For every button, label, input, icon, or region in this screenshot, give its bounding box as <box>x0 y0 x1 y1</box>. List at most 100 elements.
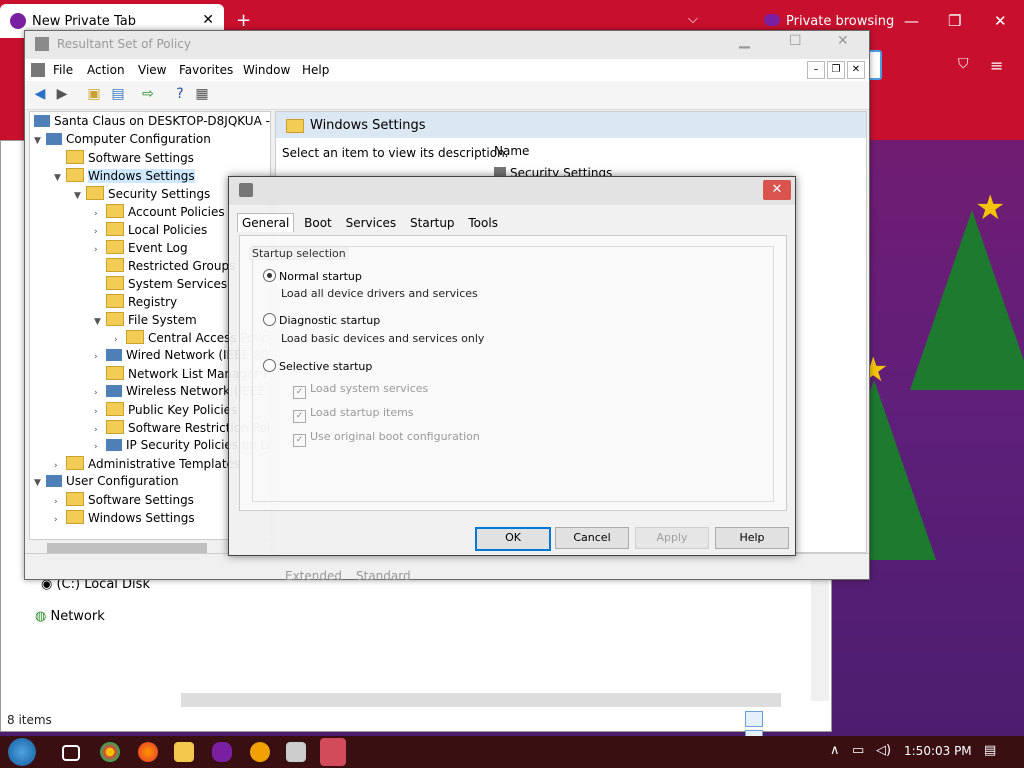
forward-icon[interactable]: ▶ <box>53 86 71 102</box>
chevron-down-icon[interactable]: ⌵ <box>688 12 698 27</box>
chevron-right-icon[interactable]: › <box>94 407 106 417</box>
chevron-down-icon[interactable]: ▼ <box>34 478 46 488</box>
tree-node-user-configuration[interactable]: ▼ User Configuration <box>34 474 179 492</box>
menu-window[interactable]: Window <box>243 63 290 77</box>
dialog-titlebar[interactable] <box>229 177 795 205</box>
speaker-icon[interactable]: ◁) <box>876 743 891 758</box>
load-startup-items-checkbox[interactable]: ✓ Load startup items <box>293 406 414 423</box>
show-hide-tree-icon[interactable]: ▤ <box>109 86 127 102</box>
minimize-icon[interactable]: – <box>807 61 825 79</box>
tree-node-administrative-templates[interactable]: › Administrative Templates <box>54 456 240 474</box>
rsop-icon[interactable] <box>286 742 306 762</box>
tree-node-local-policies[interactable]: › Local Policies <box>94 222 207 240</box>
private-browser-icon[interactable] <box>212 742 232 762</box>
close-icon[interactable]: ✕ <box>202 12 214 28</box>
file-explorer-icon[interactable] <box>174 742 194 762</box>
tab-extended[interactable]: Extended <box>285 569 342 583</box>
ok-button[interactable]: OK <box>475 527 551 551</box>
task-view-icon[interactable] <box>62 745 80 761</box>
chevron-down-icon[interactable]: ▼ <box>94 317 106 327</box>
horizontal-scrollbar[interactable] <box>181 693 781 707</box>
tree-node-user-windows-settings[interactable]: › Windows Settings <box>54 510 195 528</box>
menu-icon[interactable]: ≡ <box>990 56 1003 75</box>
minimize-icon[interactable]: ▁ <box>739 33 750 49</box>
tab-services[interactable]: Services <box>342 214 401 232</box>
shield-icon[interactable]: ⛉ <box>958 56 969 72</box>
menu-help[interactable]: Help <box>302 63 329 77</box>
clock[interactable]: 1:50:03 PM <box>904 744 972 758</box>
notification-icon[interactable]: ▤ <box>984 743 996 758</box>
export-list-icon[interactable]: ⇨ <box>139 86 157 102</box>
scroll-thumb[interactable] <box>47 543 207 553</box>
chevron-right-icon[interactable]: › <box>54 497 66 507</box>
column-header-name[interactable]: Name <box>494 144 529 158</box>
chevron-right-icon[interactable]: › <box>94 425 106 435</box>
tab-tools[interactable]: Tools <box>464 214 502 232</box>
tree-node-windows-settings[interactable]: ▼ Windows Settings <box>54 168 195 186</box>
tree-node-security-settings[interactable]: ▼ Security Settings <box>74 186 210 204</box>
close-icon[interactable]: ✕ <box>763 180 791 200</box>
menu-action[interactable]: Action <box>87 63 125 77</box>
chevron-right-icon[interactable]: › <box>94 227 106 237</box>
chevron-right-icon[interactable]: › <box>94 352 106 362</box>
network-icon[interactable]: ▭ <box>852 743 864 758</box>
tab-general[interactable]: General <box>237 213 295 232</box>
doc-icon[interactable] <box>31 63 45 77</box>
selective-startup-radio[interactable]: Selective startup <box>263 359 372 373</box>
apply-button[interactable]: Apply <box>635 527 709 549</box>
chevron-up-icon[interactable]: ∧ <box>830 743 840 758</box>
chevron-right-icon[interactable]: › <box>94 209 106 219</box>
network-item[interactable]: ◍ Network <box>35 609 105 624</box>
start-button[interactable] <box>8 738 36 766</box>
firefox-icon[interactable] <box>138 742 158 762</box>
minimize-icon[interactable]: — <box>904 12 919 30</box>
chevron-right-icon[interactable]: › <box>94 442 106 452</box>
tab-standard[interactable]: Standard <box>356 569 411 583</box>
rsop-titlebar[interactable]: Resultant Set of Policy ▁ ☐ ✕ <box>25 31 869 59</box>
chevron-down-icon[interactable]: ▼ <box>74 191 86 201</box>
chevron-right-icon[interactable]: › <box>94 245 106 255</box>
tree-node-file-system[interactable]: ▼ File System <box>94 312 197 330</box>
diagnostic-startup-radio[interactable]: Diagnostic startup <box>263 313 380 327</box>
chevron-right-icon[interactable]: › <box>114 335 126 345</box>
tree-node-computer-configuration[interactable]: ▼ Computer Configuration <box>34 132 211 150</box>
chevron-right-icon[interactable]: › <box>94 388 106 398</box>
menu-view[interactable]: View <box>138 63 166 77</box>
tab-boot[interactable]: Boot <box>300 214 336 232</box>
chevron-down-icon[interactable]: ▼ <box>54 173 66 183</box>
close-icon[interactable]: ✕ <box>837 33 849 49</box>
cancel-button[interactable]: Cancel <box>555 527 629 549</box>
tree-node-software-settings[interactable]: Software Settings <box>54 150 194 168</box>
tree-node-public-key-policies[interactable]: › Public Key Policies <box>94 402 237 420</box>
normal-startup-radio[interactable]: Normal startup <box>263 269 362 283</box>
menu-file[interactable]: File <box>53 63 73 77</box>
tree-node-user-software-settings[interactable]: › Software Settings <box>54 492 194 510</box>
help-button[interactable]: Help <box>715 527 789 549</box>
chevron-down-icon[interactable]: ▼ <box>34 136 46 146</box>
close-icon[interactable]: ✕ <box>847 61 865 79</box>
properties-icon[interactable]: ▦ <box>193 86 211 102</box>
tree-node-restricted-groups[interactable]: Restricted Groups <box>94 258 235 276</box>
active-app-icon[interactable] <box>320 738 346 766</box>
menu-favorites[interactable]: Favorites <box>179 63 233 77</box>
details-view-icon[interactable] <box>745 711 763 727</box>
tree-node-system-services[interactable]: System Services <box>94 276 227 294</box>
help-icon[interactable]: ? <box>171 86 189 102</box>
back-icon[interactable]: ◀ <box>31 86 49 102</box>
chrome-icon[interactable] <box>100 742 120 762</box>
tab-startup[interactable]: Startup <box>406 214 459 232</box>
plus-icon[interactable]: + <box>236 10 251 31</box>
tree-node-event-log[interactable]: › Event Log <box>94 240 188 258</box>
tree-node-account-policies[interactable]: › Account Policies <box>94 204 225 222</box>
search-icon[interactable] <box>250 742 270 762</box>
tree-node-registry[interactable]: Registry <box>94 294 177 312</box>
use-original-boot-checkbox[interactable]: ✓ Use original boot configuration <box>293 430 480 447</box>
maximize-icon[interactable]: ☐ <box>789 33 802 49</box>
restore-icon[interactable]: ❐ <box>827 61 845 79</box>
up-folder-icon[interactable]: ▣ <box>85 86 103 102</box>
load-system-services-checkbox[interactable]: ✓ Load system services <box>293 382 428 399</box>
maximize-icon[interactable]: ❐ <box>948 12 961 30</box>
chevron-right-icon[interactable]: › <box>54 515 66 525</box>
close-icon[interactable]: ✕ <box>994 12 1007 30</box>
chevron-right-icon[interactable]: › <box>54 461 66 471</box>
